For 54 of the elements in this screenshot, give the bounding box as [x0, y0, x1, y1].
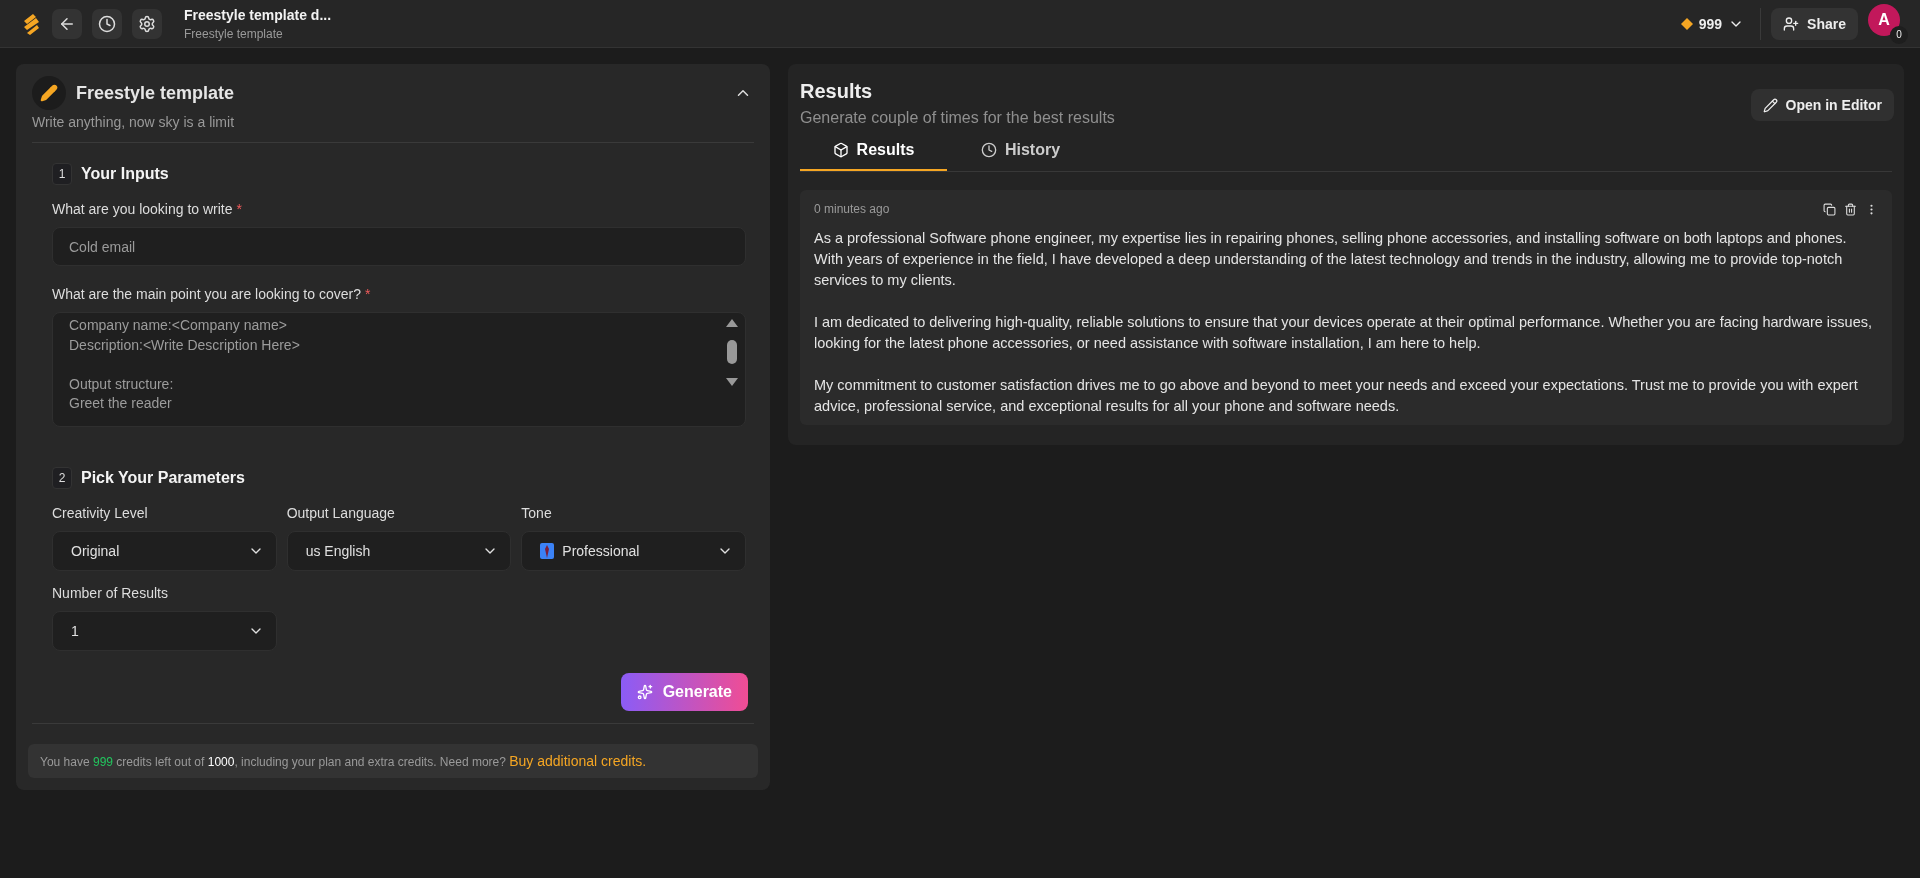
history-button[interactable] [92, 8, 122, 39]
copy-button[interactable] [1823, 202, 1836, 216]
field-label: What are the main point you are looking to cover? [52, 286, 361, 302]
document-title: Freestyle template d... [184, 6, 332, 23]
field-label: Number of Results [52, 585, 169, 601]
step-number: 1 [52, 163, 72, 185]
select-dropdown[interactable]: us English [286, 531, 512, 571]
buy-credits-link[interactable]: Buy additional credits. [509, 753, 647, 769]
step-number: 2 [52, 467, 72, 489]
document-subtitle: Freestyle template [184, 26, 284, 41]
section-title: Your Inputs [81, 165, 169, 183]
results-title: Results [800, 80, 874, 103]
back-button[interactable] [52, 8, 82, 39]
copy-icon [1823, 202, 1836, 216]
timestamp: 0 minutes ago [814, 202, 890, 216]
tab[interactable]: Results [800, 131, 947, 171]
select-dropdown[interactable]: Original [52, 531, 277, 571]
credits-dropdown[interactable]: 999 [1674, 11, 1751, 36]
pencil-icon [1762, 97, 1778, 113]
required-mark: * [236, 201, 242, 217]
settings-button[interactable] [132, 8, 162, 39]
field-label: Output Language [286, 505, 396, 521]
credits-note: You have 999 credits left out of 1000, including your plan and extra credits. Need more? Buy additional credits. [40, 753, 648, 769]
field-label: What are you looking to write [52, 201, 233, 217]
notification-badge: 0 [1890, 25, 1908, 44]
result-paragraph: I am dedicated to delivering high-quality, reliable solutions to ensure that your devices operate at their optimal performance. Whether you are facing hardware issues, looking for the latest phone accessories, or need assistance with software installation, I am here to help. [814, 313, 1873, 353]
field-label: Creativity Level [52, 505, 149, 521]
result-paragraph: As a professional Software phone engineer, my expertise lies in repairing phones, selling phone accessories, and installing software on both laptops and phones. With years of experience in the field, I have developed a deep understanding of the latest technology and trends in the industry, allowing me to provide top-notch services to my clients. [814, 229, 1848, 290]
input-field[interactable]: Cold email [52, 227, 746, 266]
result-paragraph: My commitment to customer satisfaction drives me to go above and beyond to meet your needs and exceed your expectations. Trust me to provide you with expert advice, professional service, and exceptional results for all your phone and software needs. [814, 376, 1859, 416]
pencil-icon [32, 76, 66, 110]
open-editor-button[interactable]: Open in Editor [1750, 89, 1894, 121]
results-subtitle: Generate couple of times for the best results [800, 109, 1115, 127]
clock-icon [98, 14, 116, 33]
section-title: Pick Your Parameters [81, 469, 245, 487]
sparkles-icon [636, 684, 653, 700]
textarea-field[interactable]: Company name:<Company name> Description:<Write Description Here> Output structure: Greet the reader [52, 312, 746, 427]
share-button[interactable]: Share [1771, 7, 1858, 40]
generate-button[interactable]: Generate [620, 673, 748, 711]
clock-icon [980, 142, 997, 158]
settings-icon [138, 14, 156, 33]
select-dropdown[interactable]: Professional [521, 531, 746, 571]
delete-button[interactable] [1844, 202, 1857, 216]
trash-icon [1844, 202, 1857, 216]
required-mark: * [364, 286, 371, 302]
template-subtitle: Write anything, now sky is a limit [31, 114, 236, 130]
cube-icon [832, 142, 849, 158]
select-dropdown[interactable]: 1 [52, 611, 277, 651]
necktie-icon [540, 543, 555, 559]
field-label: Tone [521, 505, 553, 521]
user-plus-icon [1783, 15, 1800, 32]
template-title: Freestyle template [76, 82, 236, 104]
diamond-icon [1680, 17, 1693, 30]
tab[interactable]: History [947, 131, 1094, 171]
